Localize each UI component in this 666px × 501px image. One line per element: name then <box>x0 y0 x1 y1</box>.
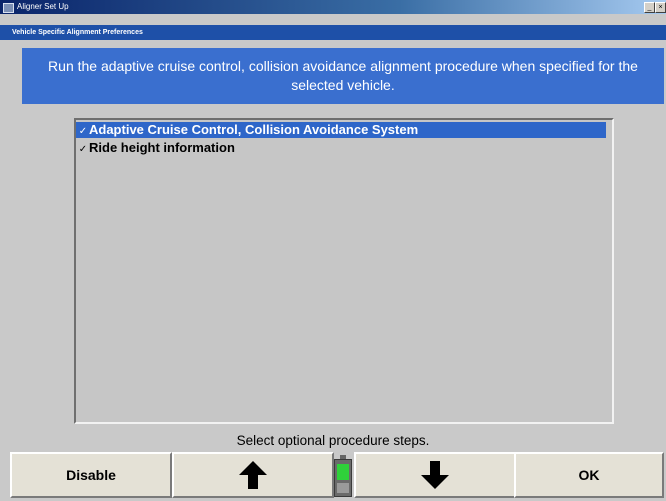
check-icon: ✓ <box>78 144 88 155</box>
instruction-banner: Run the adaptive cruise control, collisi… <box>22 48 664 104</box>
move-down-button[interactable] <box>354 452 516 498</box>
ok-button-label: OK <box>578 467 600 483</box>
list-item-ride-height[interactable]: ✓ Ride height information <box>76 140 606 156</box>
disable-button-label: Disable <box>66 467 116 483</box>
subtitle-bar: Vehicle Specific Alignment Preferences <box>0 25 666 40</box>
level-indicator-icon <box>333 455 353 497</box>
instruction-text: Run the adaptive cruise control, collisi… <box>48 58 638 93</box>
close-button[interactable]: × <box>655 2 666 13</box>
list-item-label: Ride height information <box>89 140 235 155</box>
ok-button[interactable]: OK <box>514 452 664 498</box>
arrow-down-icon <box>421 461 449 489</box>
move-up-button[interactable] <box>172 452 334 498</box>
status-text: Select optional procedure steps. <box>236 433 430 448</box>
procedure-list[interactable]: ✓ Adaptive Cruise Control, Collision Avoi… <box>74 118 614 424</box>
app-icon <box>3 3 14 13</box>
indicator-gray-segment <box>337 483 349 493</box>
minimize-button[interactable]: _ <box>644 2 655 13</box>
list-item-label: Adaptive Cruise Control, Collision Avoid… <box>89 122 419 137</box>
window-title: Aligner Set Up <box>17 2 69 11</box>
list-item-adaptive-cruise[interactable]: ✓ Adaptive Cruise Control, Collision Avoi… <box>76 122 606 138</box>
disable-button[interactable]: Disable <box>10 452 172 498</box>
window-title-bar: Aligner Set Up _ × <box>0 0 666 14</box>
arrow-up-icon <box>239 461 267 489</box>
check-icon: ✓ <box>78 126 88 137</box>
subtitle-text: Vehicle Specific Alignment Preferences <box>12 29 143 36</box>
indicator-green-light <box>337 464 349 480</box>
